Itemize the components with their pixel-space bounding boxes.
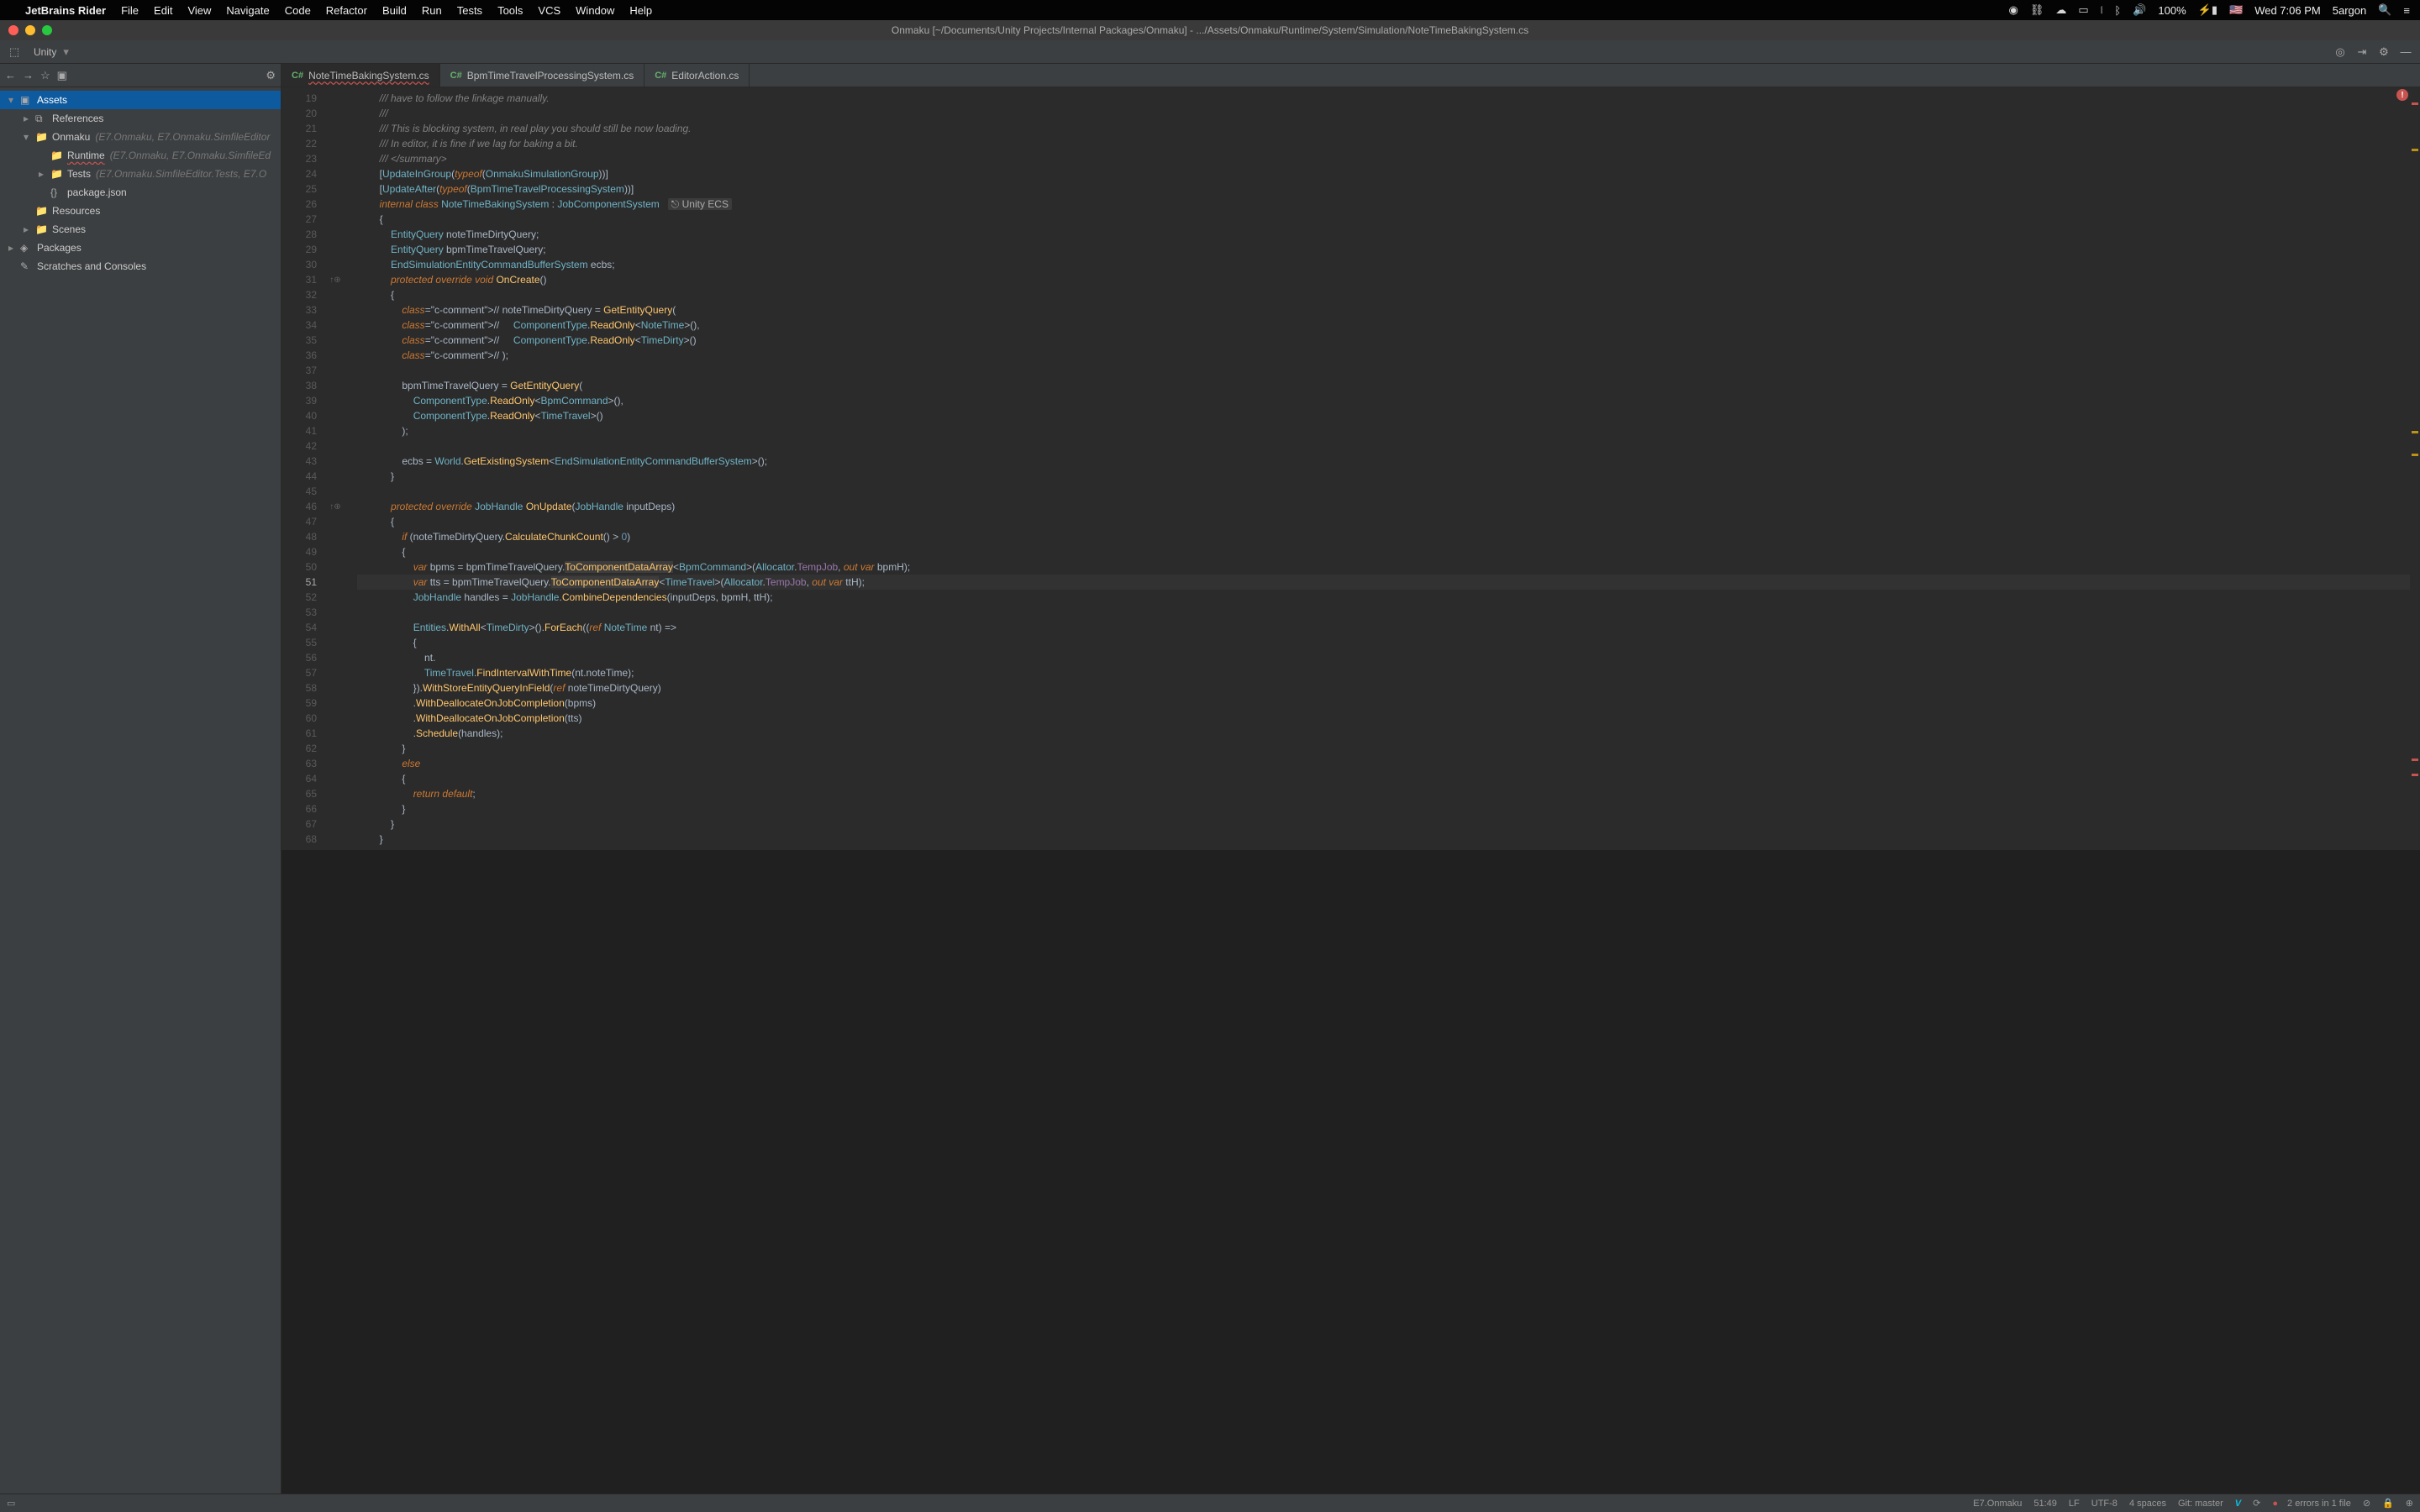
wifi-icon[interactable]: ⧙ bbox=[2101, 3, 2103, 17]
menu-tools[interactable]: Tools bbox=[497, 4, 523, 17]
tab-bpmtimetravel[interactable]: C# BpmTimeTravelProcessingSystem.cs bbox=[440, 64, 645, 87]
tree-node[interactable]: ▸📁Tests(E7.Onmaku.SimfileEditor.Tests, E… bbox=[0, 165, 281, 183]
battery-percent[interactable]: 100% bbox=[2158, 4, 2186, 17]
stripe-warn[interactable] bbox=[2412, 454, 2418, 456]
tree-node[interactable]: ▾📁Onmaku(E7.Onmaku, E7.Onmaku.SimfileEdi… bbox=[0, 128, 281, 146]
v-icon[interactable]: V bbox=[2235, 1499, 2241, 1509]
app-name[interactable]: JetBrains Rider bbox=[25, 4, 106, 17]
tab-label: EditorAction.cs bbox=[671, 70, 739, 81]
settings-icon[interactable]: ⚙ bbox=[266, 69, 276, 82]
status-errors[interactable]: ● 2 errors in 1 file bbox=[2272, 1499, 2351, 1509]
bluetooth-icon[interactable]: ᛒ bbox=[2114, 4, 2121, 17]
target-icon[interactable]: ◎ bbox=[2331, 43, 2349, 61]
status-eol[interactable]: LF bbox=[2069, 1499, 2080, 1509]
layers-icon[interactable]: ▣ bbox=[57, 69, 67, 82]
window-titlebar: Onmaku [~/Documents/Unity Projects/Inter… bbox=[0, 20, 2420, 40]
tree-node[interactable]: {}package.json bbox=[0, 183, 281, 202]
scope-dropdown[interactable]: Unity bbox=[34, 46, 56, 58]
csharp-icon: C# bbox=[450, 71, 462, 81]
editor-area: ! 19202122232425262728293031323334353637… bbox=[281, 87, 2420, 850]
project-panel: ← → ☆ ▣ ⚙ ▾▣Assets▸⧉References▾📁Onmaku(E… bbox=[0, 64, 281, 1494]
menu-edit[interactable]: Edit bbox=[154, 4, 172, 17]
back-icon[interactable]: ← bbox=[5, 69, 16, 81]
stripe-error[interactable] bbox=[2412, 774, 2418, 776]
dropbox-icon[interactable]: ⛓ bbox=[2030, 3, 2044, 17]
line-number-gutter[interactable]: 1920212223242526272829303132333435363738… bbox=[281, 87, 324, 850]
window-title: Onmaku [~/Documents/Unity Projects/Inter… bbox=[892, 24, 1528, 36]
volume-icon[interactable]: 🔊 bbox=[2133, 3, 2146, 17]
menu-refactor[interactable]: Refactor bbox=[326, 4, 367, 17]
status-context[interactable]: E7.Onmaku bbox=[1973, 1499, 2022, 1509]
code-area[interactable]: /// have to follow the linkage manually.… bbox=[347, 87, 2410, 850]
macos-menubar: JetBrains Rider File Edit View Navigate … bbox=[0, 0, 2420, 20]
tab-notetimebaking[interactable]: C# NoteTimeBakingSystem.cs bbox=[281, 64, 440, 87]
more-icon[interactable]: ⊕ bbox=[2406, 1498, 2413, 1509]
status-bar: ▭ E7.Onmaku 51:49 LF UTF-8 4 spaces Git:… bbox=[0, 1494, 2420, 1512]
error-stripe[interactable] bbox=[2410, 87, 2420, 850]
close-window-button[interactable] bbox=[8, 25, 18, 35]
user-name[interactable]: 5argon bbox=[2333, 4, 2366, 17]
tree-node[interactable]: ▸◈Packages bbox=[0, 239, 281, 257]
clock[interactable]: Wed 7:06 PM bbox=[2254, 4, 2321, 17]
menu-help[interactable]: Help bbox=[629, 4, 652, 17]
tab-label: NoteTimeBakingSystem.cs bbox=[308, 70, 429, 81]
list-icon[interactable]: ≡ bbox=[2403, 4, 2410, 17]
status-encoding[interactable]: UTF-8 bbox=[2091, 1499, 2118, 1509]
scope-icon[interactable]: ⬚ bbox=[5, 43, 24, 61]
hide-icon[interactable]: — bbox=[2396, 43, 2415, 61]
status-caret-pos[interactable]: 51:49 bbox=[2033, 1499, 2057, 1509]
menu-view[interactable]: View bbox=[187, 4, 211, 17]
menu-file[interactable]: File bbox=[121, 4, 139, 17]
battery-icon[interactable]: ⚡▮ bbox=[2198, 3, 2217, 17]
project-tree[interactable]: ▾▣Assets▸⧉References▾📁Onmaku(E7.Onmaku, … bbox=[0, 87, 281, 1494]
csharp-icon: C# bbox=[292, 71, 303, 81]
editor-tabs: C# NoteTimeBakingSystem.cs C# BpmTimeTra… bbox=[0, 64, 2420, 87]
stripe-error[interactable] bbox=[2412, 102, 2418, 105]
menu-run[interactable]: Run bbox=[422, 4, 442, 17]
tab-editoraction[interactable]: C# EditorAction.cs bbox=[644, 64, 750, 87]
minimize-window-button[interactable] bbox=[25, 25, 35, 35]
menu-vcs[interactable]: VCS bbox=[538, 4, 560, 17]
error-badge-icon[interactable]: ! bbox=[2396, 89, 2408, 101]
inspection-icon[interactable]: ⊘ bbox=[2363, 1498, 2370, 1509]
tree-node[interactable]: 📁Resources bbox=[0, 202, 281, 220]
marker-gutter[interactable]: ↑⊕↑⊕ bbox=[324, 87, 347, 850]
cloud-icon[interactable]: ☁ bbox=[2055, 3, 2066, 17]
tree-node[interactable]: ✎Scratches and Consoles bbox=[0, 257, 281, 276]
chevron-down-icon[interactable]: ▾ bbox=[63, 45, 69, 59]
zoom-window-button[interactable] bbox=[42, 25, 52, 35]
menu-build[interactable]: Build bbox=[382, 4, 407, 17]
tree-node[interactable]: ▸📁Scenes bbox=[0, 220, 281, 239]
collapse-icon[interactable]: ⇥ bbox=[2353, 43, 2371, 61]
lock-icon[interactable]: 🔒 bbox=[2382, 1498, 2394, 1509]
menu-tests[interactable]: Tests bbox=[457, 4, 482, 17]
status-git[interactable]: Git: master bbox=[2178, 1499, 2223, 1509]
stripe-error[interactable] bbox=[2412, 759, 2418, 761]
spotlight-icon[interactable]: 🔍 bbox=[2378, 3, 2391, 17]
flag-icon[interactable]: 🇺🇸 bbox=[2229, 3, 2243, 17]
menu-navigate[interactable]: Navigate bbox=[226, 4, 269, 17]
display-icon[interactable]: ▭ bbox=[2078, 3, 2088, 17]
gear-icon[interactable]: ⚙ bbox=[2375, 43, 2393, 61]
project-toolbar: ← → ☆ ▣ ⚙ bbox=[0, 64, 281, 87]
traffic-lights bbox=[8, 25, 52, 35]
menu-code[interactable]: Code bbox=[285, 4, 311, 17]
menu-window[interactable]: Window bbox=[576, 4, 614, 17]
stripe-warn[interactable] bbox=[2412, 149, 2418, 151]
tree-node[interactable]: ▸⧉References bbox=[0, 109, 281, 128]
tool-window-icon[interactable]: ▭ bbox=[7, 1498, 15, 1509]
status-indent[interactable]: 4 spaces bbox=[2129, 1499, 2166, 1509]
navigation-toolbar: ⬚ Unity ▾ ◎ ⇥ ⚙ — bbox=[0, 40, 2420, 64]
forward-icon[interactable]: → bbox=[23, 69, 34, 81]
tab-label: BpmTimeTravelProcessingSystem.cs bbox=[467, 70, 634, 81]
cc-icon[interactable]: ◉ bbox=[2009, 3, 2018, 17]
csharp-icon: C# bbox=[655, 71, 666, 81]
tree-node[interactable]: 📁Runtime(E7.Onmaku, E7.Onmaku.SimfileEd bbox=[0, 146, 281, 165]
sync-icon[interactable]: ⟳ bbox=[2253, 1498, 2260, 1509]
star-icon[interactable]: ☆ bbox=[40, 69, 50, 82]
tree-node[interactable]: ▾▣Assets bbox=[0, 91, 281, 109]
stripe-warn[interactable] bbox=[2412, 431, 2418, 433]
